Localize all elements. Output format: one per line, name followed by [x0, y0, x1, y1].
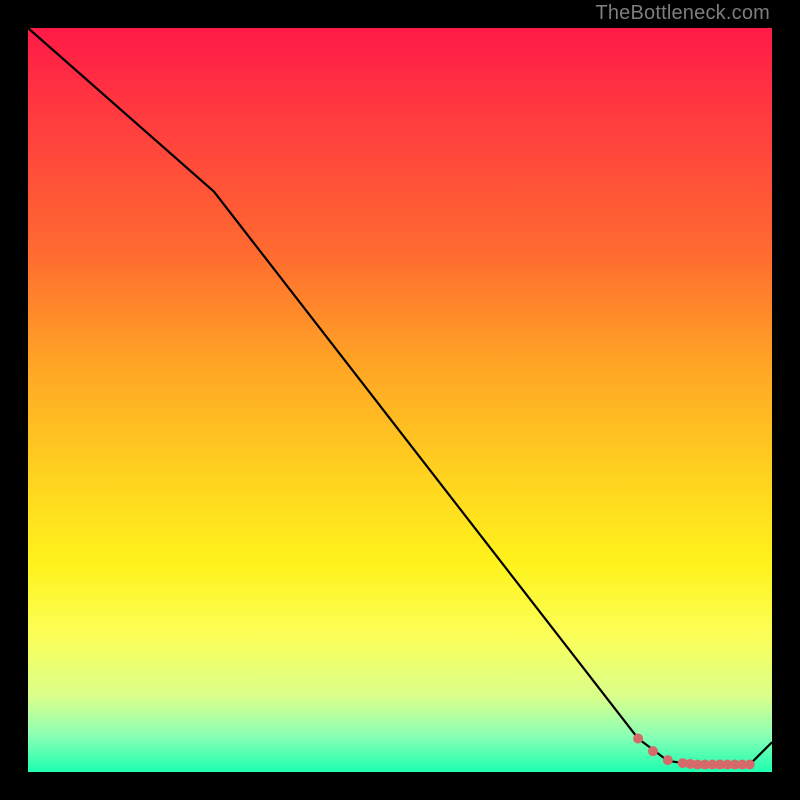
watermark-text: TheBottleneck.com: [595, 2, 770, 25]
bottleneck-curve-line: [28, 28, 772, 765]
chart-stage: TheBottleneck.com: [0, 0, 800, 800]
marker-dot: [648, 746, 658, 756]
chart-svg: [28, 28, 772, 772]
marker-dot: [663, 755, 673, 765]
marker-dot: [745, 760, 755, 770]
plot-area: [28, 28, 772, 772]
highlight-markers: [633, 734, 755, 770]
marker-dot: [633, 734, 643, 744]
